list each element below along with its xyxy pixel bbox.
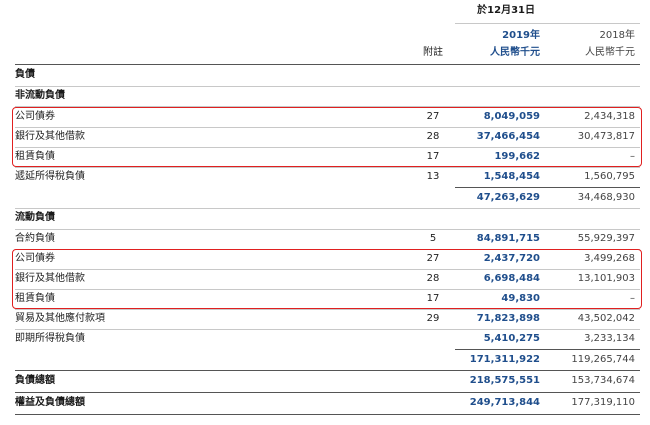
col-2019-year: 2019年 <box>502 30 540 41</box>
total-liabilities-2018: 153,734,674 <box>571 375 635 386</box>
row-divider <box>15 392 640 393</box>
row-divider <box>15 167 640 168</box>
row-divider <box>15 229 640 230</box>
highlight-box-current <box>12 249 642 309</box>
section-current-liabilities: 流動負債 <box>15 212 55 223</box>
section-liabilities: 負債 <box>15 69 35 80</box>
col-note-header: 附註 <box>423 47 443 58</box>
date-header-underline <box>455 23 640 24</box>
total-equity-liabilities-2018: 177,319,110 <box>571 397 635 408</box>
col-2018-year: 2018年 <box>599 30 635 41</box>
section-non-current-liabilities: 非流動負債 <box>15 90 65 101</box>
row-note: 5 <box>429 233 437 244</box>
total-equity-liabilities-label: 權益及負債總額 <box>15 397 85 408</box>
non-current-subtotal-2019: 47,263,629 <box>476 192 540 203</box>
row-value-2018: 55,929,397 <box>577 233 635 244</box>
current-subtotal-2018: 119,265,744 <box>571 354 635 365</box>
row-value-2019: 1,548,454 <box>483 171 540 182</box>
current-subtotal-2019: 171,311,922 <box>469 354 540 365</box>
header-rule <box>15 64 640 65</box>
row-value-2018: 43,502,042 <box>577 313 635 324</box>
row-label: 遞延所得稅負債 <box>15 171 85 182</box>
row-value-2019: 71,823,898 <box>476 313 540 324</box>
row-divider <box>15 309 640 310</box>
row-divider <box>15 86 640 87</box>
row-value-2019: 84,891,715 <box>476 233 540 244</box>
row-note: 29 <box>426 313 440 324</box>
subtotal-rule <box>455 187 640 188</box>
bottom-rule <box>15 414 640 415</box>
col-2019-unit: 人民幣千元 <box>490 47 540 58</box>
row-label: 即期所得稅負債 <box>15 333 85 344</box>
total-liabilities-label: 負債總額 <box>15 375 55 386</box>
row-divider <box>15 329 640 330</box>
total-equity-liabilities-2019: 249,713,844 <box>469 397 540 408</box>
date-header: 於12月31日 <box>477 5 535 16</box>
non-current-subtotal-2018: 34,468,930 <box>577 192 635 203</box>
row-value-2018: 1,560,795 <box>584 171 635 182</box>
row-value-2018: 3,233,134 <box>584 333 635 344</box>
row-note: 13 <box>426 171 440 182</box>
total-liabilities-2019: 218,575,551 <box>469 375 540 386</box>
row-label: 合約負債 <box>15 233 55 244</box>
col-2018-unit: 人民幣千元 <box>585 47 635 58</box>
row-divider <box>15 208 640 209</box>
row-label: 貿易及其他應付款項 <box>15 313 105 324</box>
row-value-2019: 5,410,275 <box>483 333 540 344</box>
row-divider <box>15 370 640 371</box>
highlight-box-non-current <box>12 107 642 167</box>
subtotal-rule <box>455 349 640 350</box>
